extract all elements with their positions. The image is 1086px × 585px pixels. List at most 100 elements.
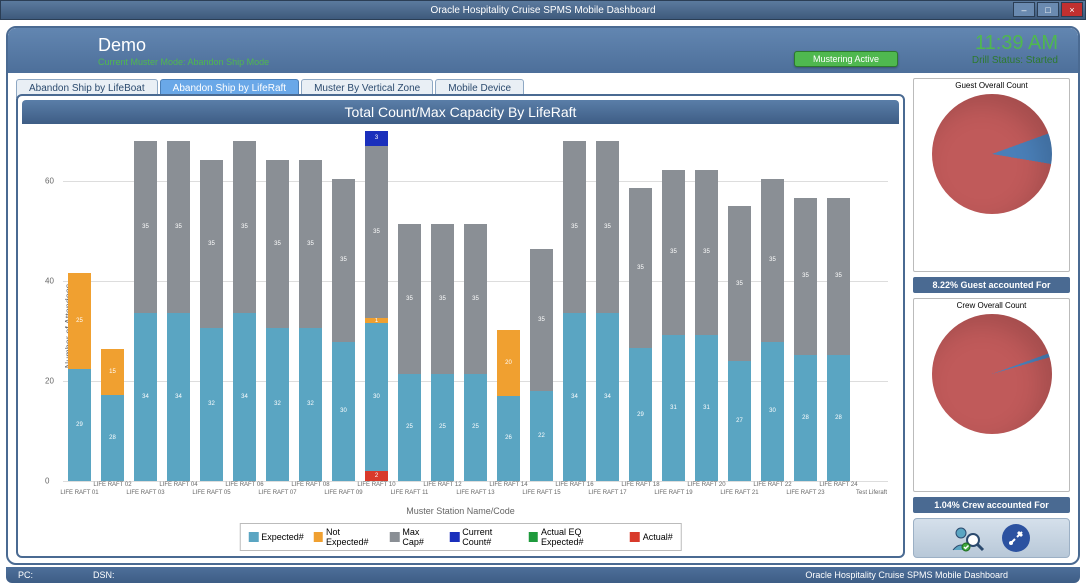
- seg-max-cap-: 35: [398, 224, 421, 374]
- bar-life-raft-21[interactable]: 2735: [723, 131, 756, 481]
- close-button[interactable]: ×: [1061, 2, 1083, 17]
- x-label: LIFE RAFT 02: [90, 482, 136, 488]
- legend-item-current-count-[interactable]: Current Count#: [450, 527, 519, 547]
- bar-life-raft-13[interactable]: 2535: [459, 131, 492, 481]
- x-label: LIFE RAFT 18: [618, 482, 664, 488]
- bar-life-raft-08[interactable]: 3235: [294, 131, 327, 481]
- legend-item-expected-[interactable]: Expected#: [248, 527, 304, 547]
- seg-expected-: 30: [365, 323, 388, 471]
- seg-expected-: 28: [827, 355, 850, 481]
- seg-max-cap-: 35: [431, 224, 454, 374]
- settings-button[interactable]: [998, 523, 1034, 553]
- x-label: LIFE RAFT 09: [321, 490, 367, 496]
- bar-life-raft-14[interactable]: 2620: [492, 131, 525, 481]
- y-tick: 40: [45, 277, 54, 286]
- legend-swatch: [390, 532, 399, 542]
- seg-expected-: 22: [530, 391, 553, 481]
- seg-expected-: 25: [398, 374, 421, 481]
- legend-swatch: [248, 532, 258, 542]
- legend-item-not-expected-[interactable]: Not Expected#: [314, 527, 380, 547]
- clock: 11:39 AM: [972, 32, 1058, 55]
- bar-life-raft-22[interactable]: 3035: [756, 131, 789, 481]
- legend-item-actual-eq-expected-[interactable]: Actual EQ Expected#: [529, 527, 620, 547]
- bar-life-raft-17[interactable]: 3435: [591, 131, 624, 481]
- seg-not-expected-: 1: [365, 318, 388, 323]
- legend: Expected# Not Expected# Max Cap# Current Co…: [239, 523, 682, 551]
- legend-item-actual-[interactable]: Actual#: [630, 527, 673, 547]
- bar-life-raft-03[interactable]: 3435: [129, 131, 162, 481]
- seg-max-cap-: 35: [662, 170, 685, 335]
- person-search-icon: [951, 524, 985, 552]
- seg-expected-: 32: [266, 328, 289, 481]
- x-label: LIFE RAFT 12: [420, 482, 466, 488]
- x-label: LIFE RAFT 23: [783, 490, 829, 496]
- x-label: LIFE RAFT 04: [156, 482, 202, 488]
- bar-life-raft-19[interactable]: 3135: [657, 131, 690, 481]
- x-label: LIFE RAFT 21: [717, 490, 763, 496]
- bar-life-raft-05[interactable]: 3235: [195, 131, 228, 481]
- legend-swatch: [450, 532, 459, 542]
- bar-life-raft-04[interactable]: 3435: [162, 131, 195, 481]
- muster-mode-label: Current Muster Mode: Abandon Ship Mode: [98, 57, 269, 67]
- legend-label: Actual#: [643, 532, 673, 542]
- minimize-button[interactable]: –: [1013, 2, 1035, 17]
- crew-pie-chart: [932, 314, 1052, 434]
- legend-label: Not Expected#: [326, 527, 380, 547]
- search-person-button[interactable]: [950, 523, 986, 553]
- x-label: LIFE RAFT 01: [57, 490, 103, 496]
- bar-life-raft-07[interactable]: 3235: [261, 131, 294, 481]
- status-pc: PC:: [18, 570, 33, 580]
- bar-life-raft-15[interactable]: 2235: [525, 131, 558, 481]
- guest-pie-title: Guest Overall Count: [955, 81, 1027, 90]
- seg-expected-: 31: [695, 335, 718, 481]
- seg-max-cap-: 35: [299, 160, 322, 328]
- legend-label: Current Count#: [462, 527, 519, 547]
- bar-life-raft-23[interactable]: 2835: [789, 131, 822, 481]
- seg-max-cap-: 35: [761, 179, 784, 341]
- bar-life-raft-02[interactable]: 2815: [96, 131, 129, 481]
- legend-label: Max Cap#: [402, 527, 440, 547]
- bar-life-raft-06[interactable]: 3435: [228, 131, 261, 481]
- seg-expected-: 30: [332, 342, 355, 481]
- main-panel: Demo Current Muster Mode: Abandon Ship M…: [6, 26, 1080, 565]
- bar-test-liferaft[interactable]: 1: [855, 131, 888, 481]
- bar-life-raft-16[interactable]: 3435: [558, 131, 591, 481]
- tools-icon: [1002, 524, 1030, 552]
- seg-max-cap-: 35: [332, 179, 355, 341]
- bar-life-raft-09[interactable]: 3035: [327, 131, 360, 481]
- seg-not-expected-: 25: [68, 273, 91, 369]
- seg-max-cap-: 35: [365, 146, 388, 319]
- legend-label: Actual EQ Expected#: [541, 527, 620, 547]
- legend-item-max-cap-[interactable]: Max Cap#: [390, 527, 440, 547]
- bar-life-raft-20[interactable]: 3135: [690, 131, 723, 481]
- x-label: LIFE RAFT 05: [189, 490, 235, 496]
- chart-card: Total Count/Max Capacity By LifeRaft Num…: [16, 94, 905, 558]
- seg-max-cap-: 35: [596, 141, 619, 314]
- bar-life-raft-24[interactable]: 2835: [822, 131, 855, 481]
- bar-life-raft-10[interactable]: 2301353: [360, 131, 393, 481]
- maximize-button[interactable]: □: [1037, 2, 1059, 17]
- legend-swatch: [529, 532, 538, 542]
- x-label: LIFE RAFT 11: [387, 490, 433, 496]
- seg-expected-: 28: [794, 355, 817, 481]
- x-axis-label: Muster Station Name/Code: [18, 506, 903, 516]
- mustering-active-badge: Mustering Active: [794, 51, 898, 67]
- bar-life-raft-11[interactable]: 2535: [393, 131, 426, 481]
- guest-pie-card: Guest Overall Count: [913, 78, 1070, 272]
- seg-max-cap-: 35: [728, 206, 751, 361]
- bar-life-raft-01[interactable]: 2925: [63, 131, 96, 481]
- seg-actual-: 2: [365, 471, 388, 481]
- seg-max-cap-: 35: [629, 188, 652, 348]
- seg-max-cap-: 35: [233, 141, 256, 314]
- x-label: LIFE RAFT 08: [288, 482, 334, 488]
- chart-title: Total Count/Max Capacity By LifeRaft: [22, 100, 899, 124]
- seg-expected-: 29: [68, 369, 91, 481]
- bar-life-raft-18[interactable]: 2935: [624, 131, 657, 481]
- seg-expected-: 34: [167, 313, 190, 481]
- seg-max-cap-: 35: [200, 160, 223, 328]
- x-label: LIFE RAFT 22: [750, 482, 796, 488]
- seg-max-cap-: 35: [827, 198, 850, 356]
- bar-life-raft-12[interactable]: 2535: [426, 131, 459, 481]
- x-label: LIFE RAFT 15: [519, 490, 565, 496]
- window-title: Oracle Hospitality Cruise SPMS Mobile Da…: [430, 5, 655, 16]
